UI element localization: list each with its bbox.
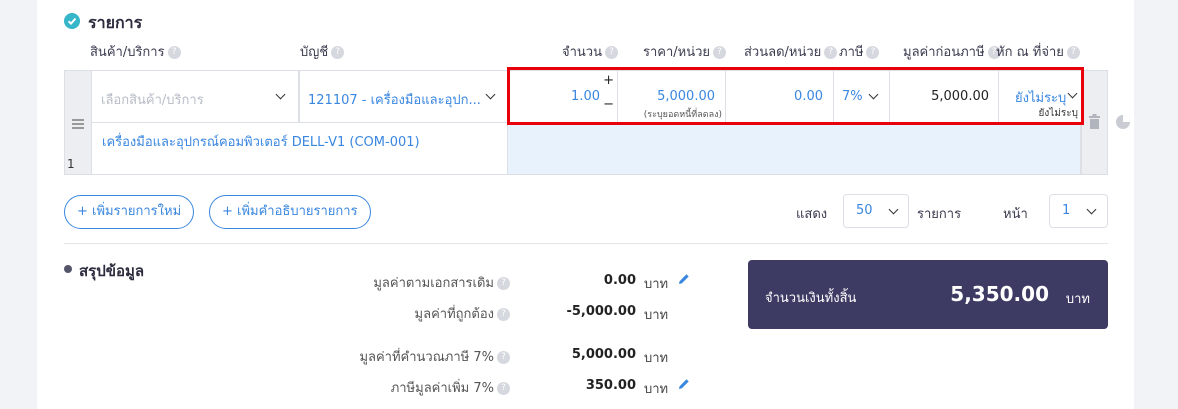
items-card: รายการ สินค้า/บริการ? บัญชี? จำนวน? ราคา… bbox=[37, 0, 1134, 409]
description-field[interactable]: เครื่องมือและอุปกรณ์คอมพิวเตอร์ DELL-V1 … bbox=[91, 122, 508, 175]
bullet-icon bbox=[64, 265, 72, 273]
help-icon[interactable]: ? bbox=[167, 46, 181, 59]
add-item-button[interactable]: + เพิ่มรายการใหม่ bbox=[64, 195, 195, 229]
total-unit: บาท bbox=[1065, 292, 1090, 307]
page-label: หน้า bbox=[1003, 207, 1028, 222]
pencil-icon[interactable] bbox=[677, 377, 691, 391]
items-label: รายการ bbox=[917, 207, 962, 222]
col-account: บัญชี? bbox=[300, 41, 345, 62]
help-icon[interactable]: ? bbox=[497, 308, 510, 321]
chevron-down-icon bbox=[485, 89, 496, 100]
product-select[interactable]: เลือกสินค้า/บริการ bbox=[91, 70, 299, 123]
chevron-down-icon bbox=[888, 204, 899, 215]
help-icon[interactable]: ? bbox=[497, 277, 510, 290]
summary-title: สรุปข้อมูล bbox=[79, 262, 145, 280]
chevron-down-icon bbox=[275, 89, 286, 100]
page-select[interactable]: 1 bbox=[1049, 194, 1108, 228]
row-highlight-area bbox=[507, 122, 1081, 175]
total-box: จำนวนเงินทั้งสิ้น 5,350.00 บาท bbox=[748, 260, 1108, 329]
total-label: จำนวนเงินทั้งสิ้น bbox=[765, 291, 857, 306]
section-title: รายการ bbox=[88, 13, 143, 32]
check-circle-icon bbox=[64, 13, 80, 29]
page-value: 1 bbox=[1062, 203, 1071, 218]
col-qty: จำนวน? bbox=[562, 41, 618, 62]
summary-unit: บาท bbox=[644, 351, 669, 366]
chevron-down-icon bbox=[1086, 204, 1097, 215]
summary-label-vat: ภาษีมูลค่าเพิ่ม 7%? bbox=[391, 377, 510, 398]
page-size-select[interactable]: 50 bbox=[843, 194, 909, 228]
summary-value-correct: -5,000.00 bbox=[566, 304, 636, 319]
summary-label-original: มูลค่าตามเอกสารเดิม? bbox=[373, 272, 510, 293]
summary-value-original: 0.00 bbox=[603, 273, 636, 288]
help-icon[interactable]: ? bbox=[713, 46, 727, 59]
account-value: 121107 - เครื่องมือและอุปก... bbox=[308, 93, 481, 108]
col-pretax: มูลค่าก่อนภาษี? bbox=[903, 41, 1001, 62]
add-description-button[interactable]: + เพิ่มคำอธิบายรายการ bbox=[209, 195, 371, 229]
help-icon[interactable]: ? bbox=[497, 351, 510, 364]
description-text: เครื่องมือและอุปกรณ์คอมพิวเตอร์ DELL-V1 … bbox=[102, 135, 420, 150]
help-icon[interactable]: ? bbox=[605, 46, 618, 59]
show-label: แสดง bbox=[796, 207, 828, 222]
help-icon[interactable]: ? bbox=[866, 46, 880, 59]
highlight-outline bbox=[507, 67, 1084, 125]
page-size-value: 50 bbox=[856, 203, 873, 218]
help-icon[interactable]: ? bbox=[1066, 46, 1080, 59]
pencil-icon[interactable] bbox=[677, 272, 691, 286]
account-select[interactable]: 121107 - เครื่องมือและอุปก... bbox=[299, 70, 508, 123]
col-price: ราคา/หน่วย? bbox=[643, 41, 727, 62]
col-discount: ส่วนลด/หน่วย? bbox=[744, 41, 838, 62]
total-value: 5,350.00 bbox=[950, 282, 1049, 306]
summary-unit: บาท bbox=[644, 277, 669, 292]
summary-unit: บาท bbox=[644, 382, 669, 397]
help-icon[interactable]: ? bbox=[824, 46, 838, 59]
col-vat: ภาษี? bbox=[839, 41, 880, 62]
trash-icon[interactable] bbox=[1088, 114, 1101, 129]
col-product: สินค้า/บริการ? bbox=[90, 41, 181, 62]
summary-value-taxable: 5,000.00 bbox=[571, 347, 636, 362]
product-placeholder: เลือกสินค้า/บริการ bbox=[101, 93, 204, 108]
summary-label-taxable: มูลค่าที่คำนวณภาษี 7%? bbox=[359, 346, 510, 367]
help-icon[interactable]: ? bbox=[497, 382, 510, 395]
drag-handle[interactable]: 1 bbox=[64, 70, 92, 175]
help-icon[interactable]: ? bbox=[331, 46, 345, 59]
divider bbox=[64, 243, 1108, 244]
summary-value-vat: 350.00 bbox=[585, 378, 636, 393]
pie-icon[interactable] bbox=[1115, 114, 1131, 130]
row-index: 1 bbox=[67, 157, 75, 171]
summary-unit: บาท bbox=[644, 308, 669, 323]
row-actions bbox=[1081, 70, 1108, 175]
col-wht: หัก ณ ที่จ่าย? bbox=[996, 41, 1080, 62]
summary-label-correct: มูลค่าที่ถูกต้อง? bbox=[415, 303, 510, 324]
